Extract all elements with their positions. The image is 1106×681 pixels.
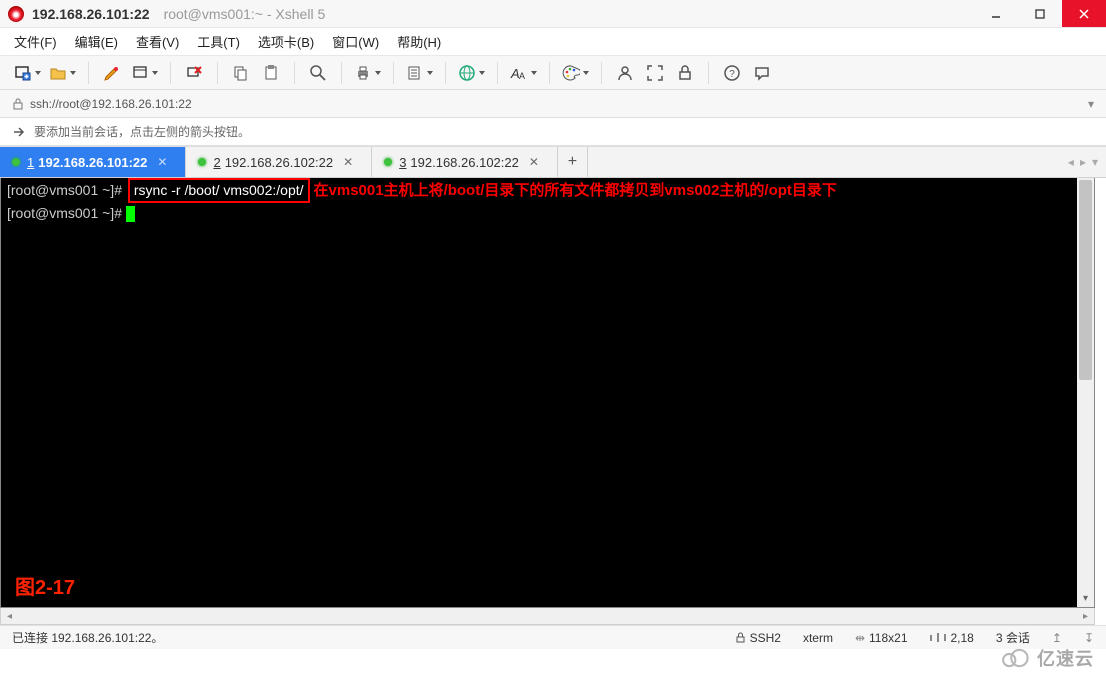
terminal-cursor [126, 206, 135, 222]
status-dot-icon [12, 158, 20, 166]
disconnect-button[interactable] [183, 61, 205, 85]
tab-nav-left-icon[interactable]: ◂ [1068, 155, 1074, 169]
scroll-thumb[interactable] [1079, 180, 1092, 380]
horizontal-scrollbar[interactable]: ◂ ▸ [0, 608, 1095, 625]
watermark-text: 亿速云 [1037, 645, 1094, 671]
watermark-logo-icon [997, 647, 1031, 669]
status-protocol: SSH2 [735, 631, 781, 645]
new-session-button[interactable] [14, 61, 41, 85]
svg-text:?: ? [729, 69, 735, 80]
tab-label: 192.168.26.102:22 [410, 155, 518, 170]
address-bar[interactable]: ssh://root@192.168.26.101:22 ▾ [0, 90, 1106, 118]
terminal-prompt: [root@vms001 ~]# [7, 205, 126, 221]
menu-tools[interactable]: 工具(T) [197, 32, 240, 51]
help-toolbar-button[interactable]: ? [721, 61, 743, 85]
copy-button[interactable] [230, 61, 252, 85]
status-dot-icon [198, 158, 206, 166]
session-tab-3[interactable]: 3 192.168.26.102:22 ✕ [372, 147, 558, 177]
terminal-annotation: 在vms001主机上将/boot/目录下的所有文件都拷贝到vms002主机的/o… [310, 182, 837, 199]
vertical-scrollbar[interactable]: ▴ ▾ [1077, 178, 1094, 607]
status-connection: 已连接 192.168.26.101:22。 [12, 629, 163, 646]
window-title-bar: 192.168.26.101:22 root@vms001:~ - Xshell… [0, 0, 1106, 28]
status-dot-icon [384, 158, 392, 166]
menu-window[interactable]: 窗口(W) [332, 32, 379, 51]
status-terminal-type: xterm [803, 631, 833, 645]
tab-label: 192.168.26.101:22 [38, 155, 147, 170]
tab-number: 1 [27, 155, 34, 170]
minimize-button[interactable] [974, 0, 1018, 27]
title-host: 192.168.26.101:22 [32, 6, 150, 22]
color-button[interactable] [562, 61, 589, 85]
title-suffix: root@vms001:~ - Xshell 5 [164, 6, 326, 22]
address-text: ssh://root@192.168.26.101:22 [30, 97, 192, 111]
tab-close-icon[interactable]: ✕ [343, 155, 353, 169]
new-tab-button[interactable]: + [558, 147, 588, 177]
properties-button[interactable] [406, 61, 433, 85]
fullscreen-button[interactable] [644, 61, 666, 85]
menu-file[interactable]: 文件(F) [14, 32, 57, 51]
svg-text:A: A [519, 71, 525, 81]
tab-number: 2 [213, 155, 220, 170]
hint-arrow-icon[interactable] [12, 125, 26, 139]
hint-bar: 要添加当前会话，点击左侧的箭头按钮。 [0, 118, 1106, 146]
terminal-command-highlight: rsync -r /boot/ vms002:/opt/ [128, 178, 310, 203]
figure-label: 图2-17 [15, 578, 75, 599]
chat-button[interactable] [751, 61, 773, 85]
terminal-prompt: [root@vms001 ~]# [7, 182, 122, 198]
search-button[interactable] [307, 61, 329, 85]
status-up-icon[interactable]: ↥ [1052, 631, 1062, 645]
session-tab-1[interactable]: 1 192.168.26.101:22 ✕ [0, 147, 186, 177]
menu-view[interactable]: 查看(V) [136, 32, 179, 51]
profile-button[interactable] [614, 61, 636, 85]
menu-tabs[interactable]: 选项卡(B) [258, 32, 314, 51]
tab-close-icon[interactable]: ✕ [529, 155, 539, 169]
scroll-down-icon[interactable]: ▾ [1077, 590, 1094, 607]
paste-button[interactable] [260, 61, 282, 85]
status-bar: 已连接 192.168.26.101:22。 SSH2 xterm ⇹118x2… [0, 625, 1106, 649]
compose-button[interactable] [101, 61, 123, 85]
menu-edit[interactable]: 编辑(E) [75, 32, 118, 51]
hint-text: 要添加当前会话，点击左侧的箭头按钮。 [34, 123, 250, 140]
plus-icon: + [568, 153, 577, 171]
terminal[interactable]: [root@vms001 ~]# rsync -r /boot/ vms002:… [0, 178, 1095, 608]
scroll-right-icon[interactable]: ▸ [1077, 611, 1094, 622]
open-session-button[interactable] [49, 61, 76, 85]
status-cursor-pos: 2,18 [930, 631, 974, 645]
scroll-left-icon[interactable]: ◂ [1, 611, 18, 622]
watermark: 亿速云 [997, 645, 1094, 671]
maximize-button[interactable] [1018, 0, 1062, 27]
tab-number: 3 [399, 155, 406, 170]
status-sessions: 3 会话 [996, 629, 1030, 646]
reconnect-button[interactable] [131, 61, 158, 85]
menu-help[interactable]: 帮助(H) [397, 32, 441, 51]
status-down-icon[interactable]: ↧ [1084, 631, 1094, 645]
lock-icon [12, 98, 24, 110]
lock-button[interactable] [674, 61, 696, 85]
font-button[interactable]: AA [510, 61, 537, 85]
session-tabs: 1 192.168.26.101:22 ✕ 2 192.168.26.102:2… [0, 146, 1106, 178]
menu-bar: 文件(F) 编辑(E) 查看(V) 工具(T) 选项卡(B) 窗口(W) 帮助(… [0, 28, 1106, 56]
status-size: ⇹118x21 [855, 631, 908, 645]
tab-label: 192.168.26.102:22 [225, 155, 333, 170]
print-button[interactable] [354, 61, 381, 85]
tab-close-icon[interactable]: ✕ [157, 155, 167, 169]
browser-button[interactable] [458, 61, 485, 85]
session-tab-2[interactable]: 2 192.168.26.102:22 ✕ [186, 147, 372, 177]
lock-icon [735, 632, 746, 643]
toolbar: AA ? [0, 56, 1106, 90]
close-button[interactable] [1062, 0, 1106, 27]
tab-nav-right-icon[interactable]: ▸ [1080, 155, 1086, 169]
address-dropdown-icon[interactable]: ▾ [1088, 97, 1094, 111]
tab-list-dropdown-icon[interactable]: ▾ [1092, 155, 1098, 169]
app-icon [8, 6, 24, 22]
